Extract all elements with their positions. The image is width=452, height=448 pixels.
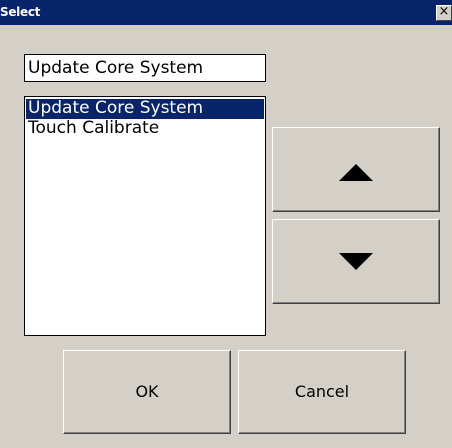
selection-text-field[interactable]: Update Core System [24, 54, 266, 82]
select-dialog: Select × Update Core System Update Core … [0, 0, 452, 448]
list-item-touch-calibrate[interactable]: Touch Calibrate [26, 119, 264, 139]
triangle-up-icon [339, 164, 373, 181]
options-listbox[interactable]: Update Core System Touch Calibrate [24, 96, 266, 336]
window-title: Select [0, 5, 41, 19]
ok-button[interactable]: OK [63, 350, 231, 434]
cancel-button[interactable]: Cancel [238, 350, 406, 434]
close-icon: × [438, 4, 450, 19]
move-down-button[interactable] [272, 219, 440, 304]
triangle-down-icon [339, 253, 373, 270]
move-up-button[interactable] [272, 127, 440, 212]
title-bar[interactable]: Select × [0, 0, 452, 25]
list-item-update-core-system[interactable]: Update Core System [26, 99, 264, 119]
close-button[interactable]: × [436, 5, 452, 21]
